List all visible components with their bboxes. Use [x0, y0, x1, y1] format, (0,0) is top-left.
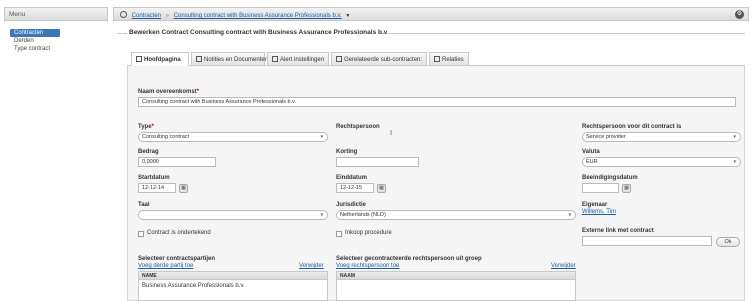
inkoop-checkbox[interactable] [336, 231, 342, 237]
main-panel: Contracten » Consulting contract with Bu… [113, 7, 749, 301]
korting-label: Korting [336, 149, 358, 155]
korting-input[interactable] [336, 157, 419, 167]
einddatum-input[interactable]: 12-12-15 [336, 183, 374, 193]
partijen-column-header: NAME [139, 272, 327, 280]
document-icon [196, 56, 202, 62]
breadcrumb-contracten[interactable]: Contracten [132, 13, 161, 19]
back-icon[interactable] [120, 11, 127, 18]
breadcrumb: Contracten » Consulting contract with Bu… [113, 7, 749, 21]
ondertekend-checkbox[interactable] [138, 231, 144, 237]
copy-icon [336, 56, 342, 62]
tab-label: Notities en Documenten [204, 57, 269, 63]
taal-select[interactable]: ▾ [138, 210, 328, 220]
calendar-icon[interactable]: ▦ [377, 184, 386, 193]
valuta-select[interactable]: EUR ▾ [582, 157, 741, 167]
table-row[interactable]: Business Assurance Professionals b.v. [139, 280, 327, 292]
externe-link-label: Externe link met contract [582, 228, 654, 234]
gecontracteerde-column-header: NAAM [337, 272, 575, 280]
ok-button[interactable]: Ok [716, 237, 740, 247]
startdatum-label: Startdatum [138, 175, 170, 181]
alert-icon [272, 56, 278, 62]
startdatum-input[interactable]: 12-12-14 [138, 183, 176, 193]
section-title: Bewerken Contract Consulting contract wi… [117, 28, 745, 38]
beeindigingsdatum-input[interactable] [582, 183, 619, 193]
gear-icon[interactable]: ⚙ [735, 10, 744, 19]
rechtspersoon-contract-label: Rechtspersoon voor dit contract is [582, 124, 682, 130]
sidebar-item-derden[interactable]: Derden [10, 37, 60, 45]
form-content: Naam overeenkomst* Consulting contract w… [127, 66, 745, 301]
type-label: Type* [138, 124, 154, 130]
taal-label: Taal [138, 202, 150, 208]
bedrag-input[interactable]: 0,0000 [138, 157, 216, 167]
chevron-down-icon[interactable]: ▼ [345, 13, 350, 19]
valuta-label: Valuta [582, 149, 600, 155]
rechtspersoon-label: Rechtspersoon [336, 124, 380, 130]
tab-notities[interactable]: Notities en Documenten [191, 52, 269, 66]
tab-label: Relaties [442, 57, 464, 63]
naam-label: Naam overeenkomst* [138, 89, 200, 95]
sidebar-menu: Menu Contracten Derden Type contract [4, 7, 108, 297]
einddatum-label: Einddatum [336, 175, 367, 181]
tab-label: Hoofdpagina [144, 57, 181, 63]
sidebar-item-type-contract[interactable]: Type contract [10, 45, 60, 53]
calendar-icon[interactable]: ▦ [622, 184, 631, 193]
type-select[interactable]: Consulting contract ▾ [138, 132, 328, 142]
eigenaar-label: Eigenaar [582, 202, 608, 208]
gecontracteerde-label: Selecteer gecontracteerde rechtspersoon … [336, 256, 482, 262]
tab-relaties[interactable]: Relaties [429, 52, 469, 66]
add-rechtspersoon-link[interactable]: Voeg rechtspersoon toe [336, 263, 399, 269]
tab-alert-instellingen[interactable]: Alert instellingen [267, 52, 329, 66]
sidebar-item-contracten[interactable]: Contracten [10, 29, 60, 37]
relations-icon [434, 56, 440, 62]
text-cursor-icon: I [390, 129, 393, 137]
jurisdictie-select[interactable]: Netherlands (NLD) ▾ [336, 210, 576, 220]
sidebar-list: Contracten Derden Type contract [4, 21, 108, 53]
breadcrumb-separator: » [165, 13, 170, 19]
partijen-label: Selecteer contractspartijen [138, 256, 216, 262]
bedrag-label: Bedrag [138, 149, 159, 155]
page-title: Bewerken Contract Consulting contract wi… [129, 29, 389, 36]
partijen-table: NAME Business Assurance Professionals b.… [138, 271, 328, 301]
ondertekend-label: Contract is ondertekend [147, 230, 211, 236]
calendar-icon[interactable]: ▦ [179, 184, 188, 193]
page-icon [136, 56, 142, 62]
remove-party-link[interactable]: Verwijder [299, 263, 324, 269]
tab-label: Alert instellingen [280, 57, 325, 63]
tab-sub-contracten[interactable]: Gerelateerde sub-contracten: [331, 52, 427, 66]
inkoop-label: Inkoop procedure [345, 230, 392, 236]
tab-label: Gerelateerde sub-contracten: [344, 57, 423, 63]
tab-bar: Hoofdpagina Notities en Documenten Alert… [127, 52, 745, 66]
add-party-link[interactable]: Voeg derde partij toe [138, 263, 193, 269]
gecontracteerde-table: NAAM [336, 271, 576, 301]
remove-rechtspersoon-link[interactable]: Verwijder [551, 263, 576, 269]
sidebar-header: Menu [4, 7, 108, 21]
rechtspersoon-contract-select[interactable]: Service provider ▾ [582, 132, 741, 142]
beeindigingsdatum-label: Beeindigingsdatum [582, 175, 638, 181]
externe-link-input[interactable] [582, 236, 712, 246]
naam-input[interactable]: Consulting contract with Business Assura… [138, 97, 736, 107]
breadcrumb-current-contract[interactable]: Consulting contract with Business Assura… [174, 13, 342, 19]
tab-hoofdpagina[interactable]: Hoofdpagina [131, 52, 189, 66]
jurisdictie-label: Jurisdictie [336, 202, 367, 208]
eigenaar-link[interactable]: Willems, Tim [582, 209, 616, 215]
